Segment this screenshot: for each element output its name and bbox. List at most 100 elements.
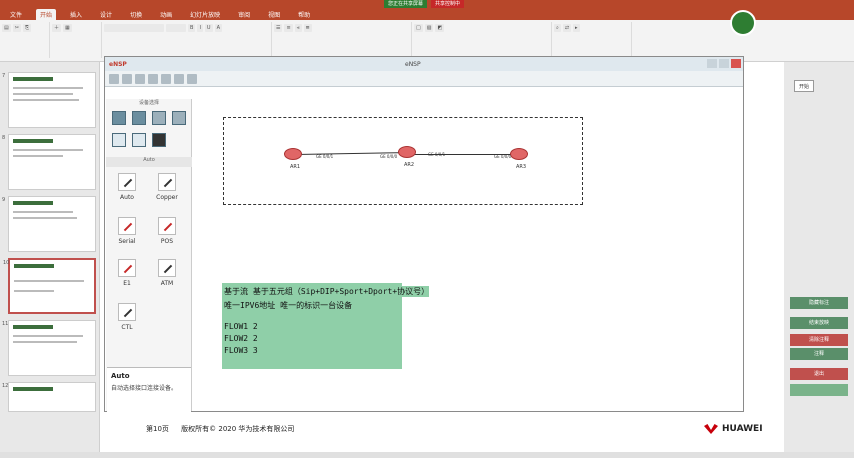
router-icon[interactable] xyxy=(510,148,528,160)
arrange-button[interactable]: ▧ xyxy=(424,24,434,32)
drawing-group: □ ▧ ◩ xyxy=(412,22,552,58)
undo-icon[interactable] xyxy=(148,73,158,84)
cable-pane-header: Auto xyxy=(106,157,192,167)
cable-label: Copper xyxy=(156,194,178,201)
cable-category-icon[interactable] xyxy=(152,133,166,147)
firewall-category-icon[interactable] xyxy=(172,111,186,125)
start-button[interactable]: 开始 xyxy=(794,80,814,92)
cable-copper[interactable]: Copper xyxy=(152,173,182,213)
ensp-title-bar[interactable]: eNSP eNSP xyxy=(105,57,743,71)
select-button[interactable]: ▸ xyxy=(573,24,580,32)
huawei-flower-icon xyxy=(704,424,718,434)
save-icon[interactable] xyxy=(135,73,145,84)
flow-line: FLOW3 3 xyxy=(224,346,258,355)
slide-number: 12 xyxy=(2,383,9,389)
slide-thumbnail-pane[interactable]: 7 8 9 10 11 12 xyxy=(0,62,100,452)
minimize-button[interactable] xyxy=(707,59,717,68)
slide-thumbnail[interactable]: 9 xyxy=(2,196,96,252)
port-label: GE 0/0/0 xyxy=(494,154,512,159)
exit-button[interactable]: 退出 xyxy=(790,368,848,380)
copy-button[interactable]: ⎘ xyxy=(22,24,31,32)
italic-button[interactable]: I xyxy=(197,24,203,32)
font-size-select[interactable] xyxy=(166,24,186,32)
underline-button[interactable]: U xyxy=(204,24,213,32)
align-left-button[interactable]: ⫷ xyxy=(294,24,302,32)
tab-animations[interactable]: 动画 xyxy=(156,9,176,20)
share-control[interactable]: 共享控制中 xyxy=(431,0,465,8)
slide-thumbnail-selected[interactable]: 10 xyxy=(3,258,96,314)
router-icon[interactable] xyxy=(284,148,302,160)
cable-atm[interactable]: ATM xyxy=(152,259,182,299)
wlan-category-icon[interactable] xyxy=(152,111,166,125)
slide-thumbnail[interactable]: 12 xyxy=(2,382,96,412)
slide-thumbnail[interactable]: 7 xyxy=(2,72,96,128)
page-number: 第10页 xyxy=(146,425,169,433)
tab-home[interactable]: 开始 xyxy=(36,8,57,20)
tab-review[interactable]: 审阅 xyxy=(234,9,254,20)
cable-label: Auto xyxy=(120,194,134,201)
description-text: 自动选择接口连接设备。 xyxy=(111,385,178,392)
cable-serial[interactable]: Serial xyxy=(112,217,142,257)
numbering-button[interactable]: ≡ xyxy=(284,24,293,32)
font-color-button[interactable]: A xyxy=(214,24,223,32)
slide-number: 9 xyxy=(2,197,6,203)
cable-auto[interactable]: Auto xyxy=(112,173,142,213)
new-topology-icon[interactable] xyxy=(109,73,119,84)
huawei-logo: HUAWEI xyxy=(704,424,763,434)
maximize-button[interactable] xyxy=(719,59,729,68)
redo-icon[interactable] xyxy=(161,73,171,84)
cable-label: Serial xyxy=(118,238,136,245)
cable-label: E1 xyxy=(123,280,131,287)
router-label: AR3 xyxy=(516,164,527,170)
flow-line: FLOW1 2 xyxy=(224,322,258,331)
hide-annotation-button[interactable]: 隐藏标注 xyxy=(790,297,848,309)
cut-button[interactable]: ✂ xyxy=(12,24,21,32)
replace-button[interactable]: ⇄ xyxy=(562,24,572,32)
pc-category-icon[interactable] xyxy=(112,133,126,147)
stop-device-icon[interactable] xyxy=(187,73,197,84)
cable-pos[interactable]: POS xyxy=(152,217,182,257)
paste-button[interactable]: ▤ xyxy=(2,24,11,32)
end-show-button[interactable]: 结束放映 xyxy=(790,317,848,329)
tab-file[interactable]: 文件 xyxy=(6,9,26,20)
webcam-avatar xyxy=(730,10,756,36)
annotation-button[interactable]: 注释 xyxy=(790,348,848,360)
bullets-button[interactable]: ☰ xyxy=(274,24,283,32)
port-label: GE 0/0/1 xyxy=(316,154,334,159)
device-panel-header: 设备选择 xyxy=(138,100,159,106)
new-slide-button[interactable]: ＋ xyxy=(52,24,62,32)
cloud-category-icon[interactable] xyxy=(132,133,146,147)
router-label: AR2 xyxy=(404,162,415,168)
router-icon[interactable] xyxy=(398,146,416,158)
find-button[interactable]: ⌕ xyxy=(554,24,561,32)
cable-e1[interactable]: E1 xyxy=(112,259,142,299)
ensp-toolbar xyxy=(105,71,743,87)
shapes-button[interactable]: □ xyxy=(414,24,423,32)
slide-number: 10 xyxy=(3,260,10,266)
tab-insert[interactable]: 插入 xyxy=(66,9,86,20)
layout-button[interactable]: ▦ xyxy=(63,24,72,32)
tab-view[interactable]: 视图 xyxy=(264,9,284,20)
slide-number: 11 xyxy=(2,321,9,327)
cable-ctl[interactable]: CTL xyxy=(112,303,142,343)
clear-annotation-button[interactable]: 清除注释 xyxy=(790,334,848,346)
align-center-button[interactable]: ≣ xyxy=(303,24,312,32)
switch-category-icon[interactable] xyxy=(132,111,146,125)
start-device-icon[interactable] xyxy=(174,73,184,84)
open-icon[interactable] xyxy=(122,73,132,84)
slide-thumbnail[interactable]: 11 xyxy=(2,320,96,376)
slide-number: 7 xyxy=(2,73,6,79)
pen-tool-button[interactable] xyxy=(790,384,848,396)
tab-slideshow[interactable]: 幻灯片放映 xyxy=(186,9,224,20)
slide-thumbnail[interactable]: 8 xyxy=(2,134,96,190)
tab-help[interactable]: 帮助 xyxy=(294,9,314,20)
slide-number: 8 xyxy=(2,135,6,141)
router-category-icon[interactable] xyxy=(112,111,126,125)
tab-transitions[interactable]: 切换 xyxy=(126,9,146,20)
bold-button[interactable]: B xyxy=(188,24,196,32)
tab-design[interactable]: 设计 xyxy=(96,9,116,20)
ensp-window[interactable]: eNSP eNSP 设备选择 Auto Auto Copper Serial P… xyxy=(104,56,744,453)
quick-styles-button[interactable]: ◩ xyxy=(435,24,445,32)
font-select[interactable] xyxy=(104,24,164,32)
close-button[interactable] xyxy=(731,59,741,68)
